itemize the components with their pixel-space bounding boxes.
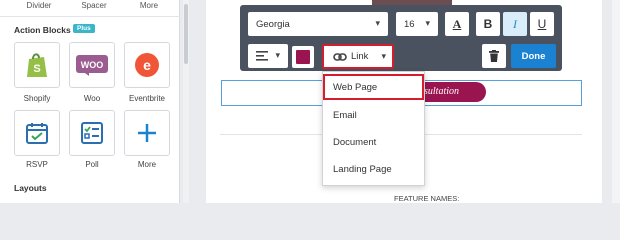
chevron-down-icon: ▾ (425, 18, 430, 28)
blocks-panel: Divider Spacer More Action Blocks Plus S… (0, 0, 180, 203)
rsvp-label: RSVP (26, 160, 48, 169)
woo-icon: WOO (76, 55, 108, 76)
menu-item-landing-page[interactable]: Landing Page (323, 156, 424, 182)
italic-icon: I (513, 16, 517, 31)
plus-icon (138, 124, 156, 142)
done-button[interactable]: Done (511, 44, 556, 68)
basic-blocks-row: Divider Spacer More (0, 0, 180, 12)
woo-block[interactable]: WOO (69, 42, 115, 88)
align-left-icon (256, 51, 268, 61)
eventbrite-block[interactable]: e (124, 42, 170, 88)
woo-label: Woo (83, 94, 101, 103)
link-type-menu: Web Page Email Document Landing Page (322, 71, 425, 186)
plus-badge: Plus (73, 24, 95, 33)
underline-button[interactable]: U (530, 12, 554, 36)
more-actions-block[interactable] (124, 110, 170, 156)
panel-scrollbar[interactable] (183, 0, 189, 203)
font-size-value: 16 (404, 18, 415, 30)
chevron-down-icon: ▾ (375, 18, 380, 28)
eventbrite-icon: e (135, 53, 159, 77)
chevron-down-icon: ▾ (275, 50, 280, 60)
action-blocks-title: Action Blocks (14, 25, 71, 35)
canvas-scrollbar[interactable] (612, 0, 620, 203)
font-family-value: Georgia (256, 18, 290, 30)
more-block-label[interactable]: More (124, 1, 174, 10)
menu-item-email[interactable]: Email (323, 102, 424, 128)
underline-icon: U (537, 17, 547, 31)
rsvp-icon (26, 123, 48, 144)
spacer-block-label[interactable]: Spacer (69, 1, 119, 10)
poll-label: Poll (85, 160, 99, 169)
bold-button[interactable]: B (476, 12, 500, 36)
link-icon (333, 52, 347, 61)
bold-icon: B (483, 17, 493, 31)
shopify-icon: S (27, 53, 47, 77)
text-color-picker[interactable] (292, 46, 314, 68)
font-family-select[interactable]: Georgia ▾ (248, 12, 388, 36)
svg-text:e: e (143, 57, 151, 73)
divider-block-label[interactable]: Divider (14, 1, 64, 10)
eventbrite-label: Eventbrite (128, 94, 166, 103)
font-color-button[interactable]: A (445, 12, 469, 36)
link-label: Link (351, 51, 369, 62)
svg-text:S: S (33, 63, 40, 75)
svg-text:WOO: WOO (81, 60, 104, 70)
align-select[interactable]: ▾ (248, 44, 288, 68)
feature-names-text: FEATURE NAMES: (394, 194, 460, 203)
menu-item-web-page[interactable]: Web Page (323, 74, 424, 100)
shopify-block[interactable]: S (14, 42, 60, 88)
link-button[interactable]: Link ▾ (322, 44, 394, 69)
more-actions-label: More (137, 160, 157, 169)
menu-item-document[interactable]: Document (323, 129, 424, 155)
rsvp-block[interactable] (14, 110, 60, 156)
font-size-select[interactable]: 16 ▾ (396, 12, 438, 36)
shopify-label: Shopify (23, 94, 51, 103)
consultation-button[interactable]: sultation (420, 82, 486, 102)
delete-button[interactable] (482, 44, 506, 68)
italic-button[interactable]: I (503, 12, 527, 36)
panel-divider (0, 16, 180, 17)
font-color-icon: A (452, 16, 462, 31)
layouts-title: Layouts (14, 183, 47, 193)
trash-icon (489, 50, 499, 62)
chevron-down-icon: ▾ (381, 51, 386, 61)
poll-icon (81, 122, 103, 144)
poll-block[interactable] (69, 110, 115, 156)
